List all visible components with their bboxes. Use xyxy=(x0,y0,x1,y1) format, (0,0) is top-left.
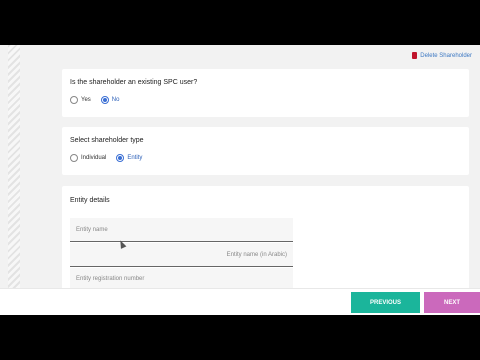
radio-label-no: No xyxy=(111,97,120,103)
entity-name-arabic-placeholder: Entity name (in Arabic) xyxy=(226,251,287,258)
shareholder-type-card: Select shareholder type Individual Entit… xyxy=(62,127,469,175)
radio-entity[interactable]: Entity xyxy=(116,154,142,162)
radio-circle xyxy=(116,154,125,162)
striped-sidebar xyxy=(8,45,20,290)
entity-registration-number-placeholder: Entity registration number xyxy=(76,276,145,282)
radio-circle xyxy=(70,154,78,162)
radio-individual[interactable]: Individual xyxy=(70,154,106,162)
shareholder-type-radio-group: Individual Entity xyxy=(70,154,142,162)
entity-name-field[interactable]: Entity name xyxy=(70,218,293,242)
delete-shareholder-label: Delete Shareholder xyxy=(420,52,472,59)
existing-user-radio-group: Yes No xyxy=(70,96,119,104)
previous-button[interactable]: PREVIOUS xyxy=(351,292,420,313)
radio-label-entity: Entity xyxy=(127,155,143,161)
radio-no[interactable]: No xyxy=(100,96,120,104)
radio-label-yes: Yes xyxy=(81,97,91,103)
existing-user-card: Is the shareholder an existing SPC user?… xyxy=(62,69,469,117)
entity-details-title: Entity details xyxy=(70,197,110,204)
next-button[interactable]: NEXT xyxy=(424,292,480,313)
existing-user-question: Is the shareholder an existing SPC user? xyxy=(70,79,198,86)
entity-name-placeholder: Entity name xyxy=(76,226,108,233)
entity-registration-number-field[interactable]: Entity registration number xyxy=(70,268,293,290)
trash-icon xyxy=(412,52,418,59)
entity-name-arabic-field[interactable]: Entity name (in Arabic) xyxy=(70,243,293,267)
radio-circle xyxy=(70,96,78,104)
delete-shareholder-link[interactable]: Delete Shareholder xyxy=(412,52,472,59)
shareholder-type-question: Select shareholder type xyxy=(70,137,144,144)
footer-bar: PREVIOUS NEXT xyxy=(0,288,480,315)
radio-label-individual: Individual xyxy=(81,155,107,161)
radio-circle xyxy=(100,96,109,104)
radio-yes[interactable]: Yes xyxy=(70,96,91,104)
shareholder-form-screen: Delete Shareholder Is the shareholder an… xyxy=(0,45,480,315)
